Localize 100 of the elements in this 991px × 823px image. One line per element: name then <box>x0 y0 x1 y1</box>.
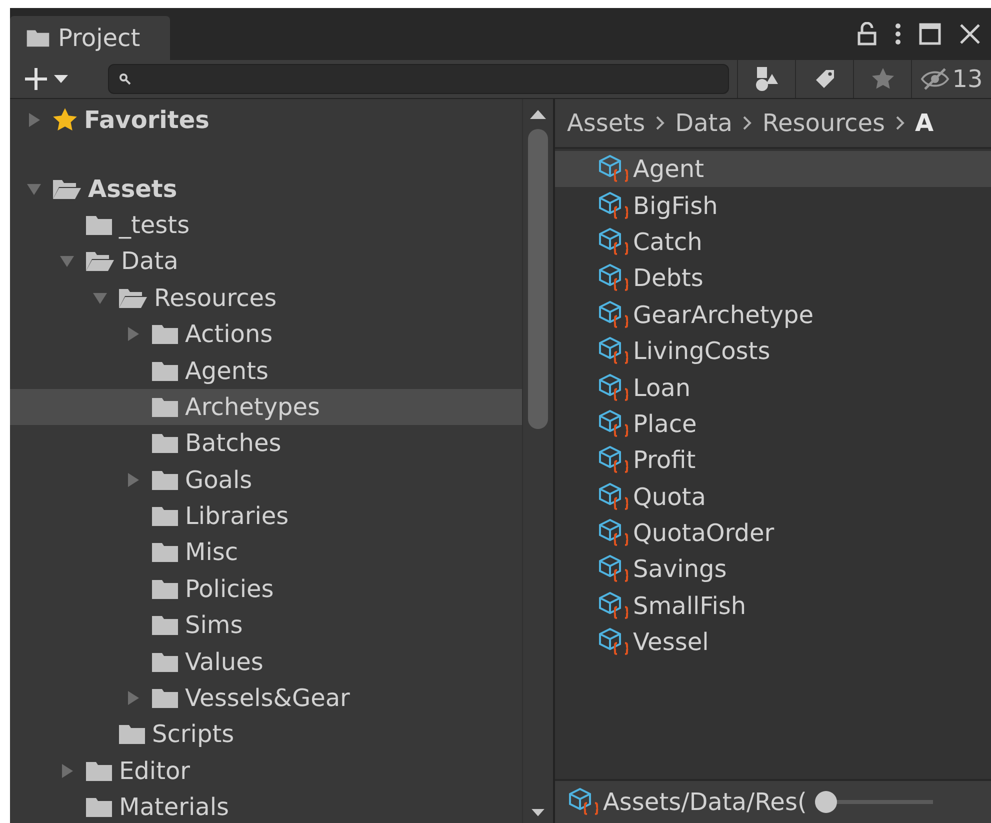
script-asset-icon <box>597 482 631 512</box>
collapsed-arrow-icon[interactable] <box>125 326 141 342</box>
close-icon[interactable] <box>959 23 981 45</box>
folder-label: _tests <box>119 210 190 239</box>
lock-icon[interactable] <box>857 22 877 46</box>
asset-name: Quota <box>633 482 706 511</box>
tree-row[interactable]: Values <box>10 643 522 680</box>
asset-row[interactable]: Loan <box>555 369 991 406</box>
tree-row[interactable]: Misc <box>10 534 522 571</box>
asset-row[interactable]: Debts <box>555 260 991 297</box>
slider-thumb[interactable] <box>814 791 837 813</box>
breadcrumb-link[interactable]: Assets <box>567 109 646 137</box>
script-asset-icon <box>597 627 631 658</box>
tree-row[interactable]: Materials <box>10 789 522 823</box>
asset-row[interactable]: Agent <box>555 151 991 188</box>
tree-row[interactable]: Actions <box>10 316 522 352</box>
asset-name: Vessel <box>633 628 709 656</box>
tree-row[interactable]: Libraries <box>10 498 522 534</box>
tree-row[interactable]: Editor <box>10 752 522 790</box>
folder-icon <box>151 614 179 636</box>
asset-row[interactable]: QuotaOrder <box>555 514 991 552</box>
scrollbar[interactable] <box>522 99 553 823</box>
scroll-down-icon[interactable] <box>531 809 545 817</box>
breadcrumb-link[interactable]: Resources <box>762 109 885 137</box>
open-folder-icon <box>85 250 115 272</box>
asset-name: Catch <box>633 228 702 256</box>
folder-label: Misc <box>185 538 238 566</box>
script-asset-icon <box>597 263 631 294</box>
shapes-icon <box>754 66 780 92</box>
tree-row[interactable]: Goals <box>10 462 522 498</box>
folder-label: Sims <box>185 611 243 640</box>
asset-row[interactable]: BigFish <box>555 187 991 224</box>
script-asset-icon <box>597 372 631 403</box>
project-tab[interactable]: Project <box>10 16 170 60</box>
asset-name: Place <box>633 410 697 438</box>
folder-icon <box>151 323 179 346</box>
asset-row[interactable]: Savings <box>555 551 991 588</box>
tree-row[interactable]: Vessels&Gear <box>10 680 522 716</box>
asset-row[interactable]: Quota <box>555 478 991 515</box>
folder-icon <box>118 723 146 746</box>
folder-icon <box>85 214 113 236</box>
tree-row[interactable]: _tests <box>10 206 522 244</box>
folder-label: Favorites <box>84 106 210 134</box>
folder-label: Archetypes <box>185 392 320 421</box>
folder-icon <box>151 396 179 418</box>
tree-row[interactable]: Agents <box>10 352 522 389</box>
folder-icon <box>85 796 113 818</box>
collapsed-arrow-icon[interactable] <box>59 762 75 779</box>
collapsed-arrow-icon[interactable] <box>125 690 141 706</box>
breadcrumb-link[interactable]: Data <box>675 109 732 137</box>
script-asset-icon <box>597 190 631 221</box>
script-asset-icon <box>597 154 631 184</box>
tree-row[interactable]: Assets <box>10 170 522 207</box>
collapsed-arrow-icon[interactable] <box>125 472 141 488</box>
script-asset-icon <box>597 590 631 621</box>
scroll-up-icon[interactable] <box>530 109 546 119</box>
tree-row[interactable]: Sims <box>10 607 522 644</box>
tree-row[interactable]: Policies <box>10 570 522 608</box>
script-asset-icon <box>597 445 631 476</box>
folder-label: Scripts <box>152 720 234 748</box>
script-asset-icon <box>597 226 631 257</box>
tree-row[interactable]: Resources <box>10 280 522 316</box>
folder-label: Batches <box>185 429 282 458</box>
script-asset-icon <box>567 787 601 817</box>
asset-name: BigFish <box>633 192 718 220</box>
asset-name: LivingCosts <box>633 337 770 366</box>
asset-row[interactable]: Place <box>555 406 991 442</box>
folder-label: Data <box>121 247 178 276</box>
folder-icon <box>151 541 179 564</box>
folder-icon <box>151 687 179 710</box>
asset-row[interactable]: SmallFish <box>555 588 991 624</box>
expanded-arrow-icon[interactable] <box>59 253 75 270</box>
asset-row[interactable]: GearArchetype <box>555 296 991 333</box>
tree-row[interactable]: Archetypes <box>10 388 522 426</box>
folder-icon <box>151 505 179 528</box>
chevron-icon <box>895 115 905 131</box>
tree-row[interactable]: Favorites <box>10 102 522 138</box>
more-icon[interactable] <box>895 23 901 45</box>
maximize-icon[interactable] <box>919 23 941 45</box>
tree-row[interactable]: Scripts <box>10 716 522 753</box>
folder-label: Agents <box>185 356 269 385</box>
tab-label: Project <box>58 24 140 52</box>
script-asset-icon <box>597 408 631 439</box>
breadcrumb-link[interactable]: A <box>915 109 934 137</box>
asset-name: Savings <box>633 555 727 584</box>
asset-row[interactable]: Profit <box>555 442 991 479</box>
asset-name: SmallFish <box>633 592 746 620</box>
asset-row[interactable]: Vessel <box>555 624 991 660</box>
tree-row[interactable]: Data <box>10 243 522 280</box>
scroll-thumb[interactable] <box>528 129 548 429</box>
folder-label: Policies <box>185 574 274 603</box>
collapsed-arrow-icon[interactable] <box>26 112 42 128</box>
script-asset-icon <box>597 554 631 584</box>
search-field[interactable] <box>108 64 729 94</box>
chevron-icon <box>742 115 752 131</box>
tree-row[interactable]: Batches <box>10 425 522 462</box>
folder-label: Goals <box>185 466 252 494</box>
asset-row[interactable]: Catch <box>555 224 991 260</box>
folder-icon <box>85 760 113 782</box>
asset-row[interactable]: LivingCosts <box>555 332 991 370</box>
